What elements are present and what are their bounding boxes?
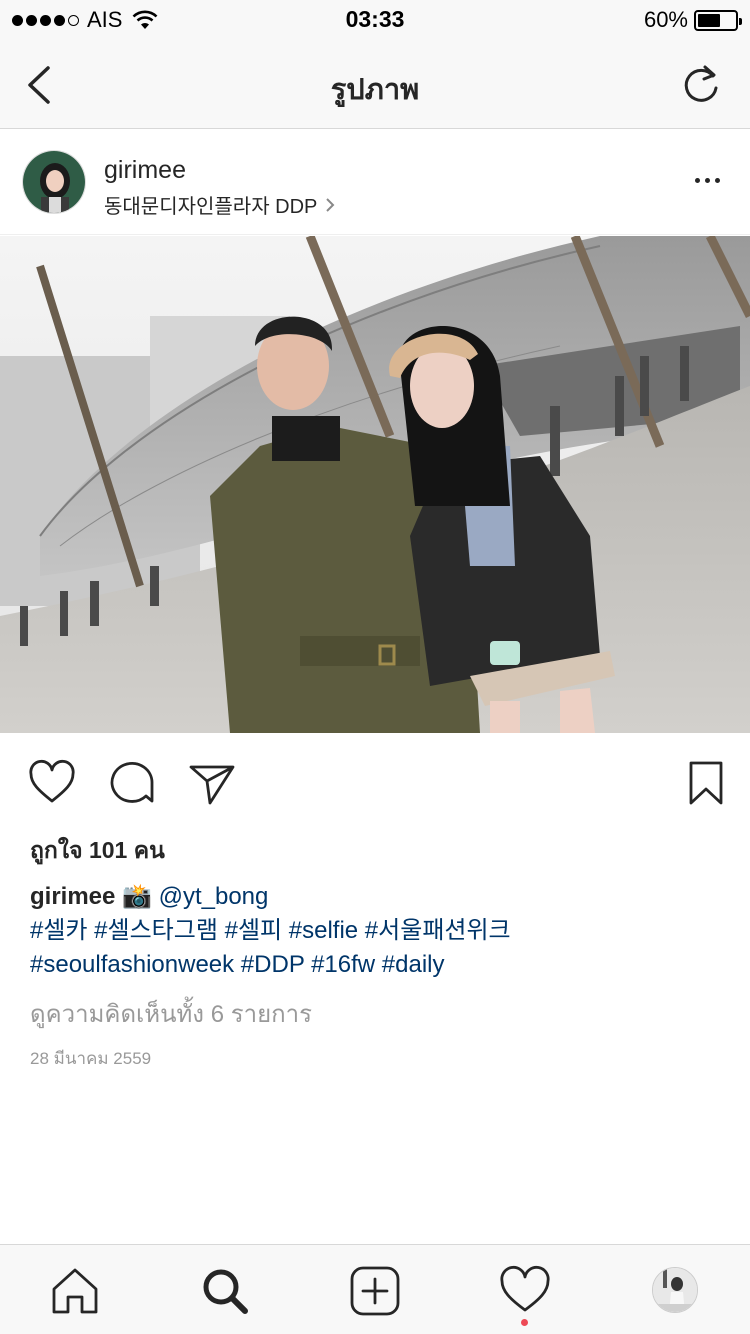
search-icon[interactable] [199,1265,251,1317]
post-username[interactable]: girimee [104,156,186,185]
caption-mention[interactable]: @yt_bong [159,883,269,910]
status-time: 03:33 [345,6,405,32]
activity-icon[interactable] [499,1265,551,1317]
post-caption: girimee 📸 @yt_bong #셀카 #셀스타그램 #셀피 #selfi… [30,880,730,982]
notification-dot [521,1319,528,1326]
add-post-icon[interactable] [349,1265,401,1317]
caption-hashtags-line1[interactable]: #셀카 #셀스타그램 #셀피 #selfie #서울패션위크 [30,917,511,944]
caption-hashtags-line2[interactable]: #seoulfashionweek #DDP #16fw #daily [30,951,444,978]
home-icon[interactable] [49,1265,101,1317]
post-location[interactable]: 동대문디자인플라자 DDP [104,190,335,219]
refresh-icon[interactable] [680,60,722,106]
navigation-bar: รูปภาพ [0,40,750,129]
page-title: รูปภาพ [330,74,420,106]
status-right: 60% [643,7,742,32]
share-icon[interactable] [188,759,236,807]
battery-percent: 60% [643,7,688,32]
post-header: girimee 동대문디자인플라자 DDP [0,130,750,235]
post-actions [0,733,750,833]
user-avatar[interactable] [22,150,86,214]
chevron-left-icon[interactable] [22,62,58,108]
bookmark-icon[interactable] [682,759,730,807]
comment-icon[interactable] [108,759,156,807]
more-options-button[interactable] [695,178,720,183]
post-date: 28 มีนาคม 2559 [30,1049,152,1068]
battery-icon [694,9,742,31]
likes-count[interactable]: ถูกใจ 101 คน [30,833,165,869]
caption-username[interactable]: girimee [30,883,115,910]
status-bar: AIS 03:33 60% [0,0,750,40]
chevron-right-icon [326,197,335,212]
post-photo[interactable] [0,236,750,733]
view-all-comments-link[interactable]: ดูความคิดเห็นทั้ง 6 รายการ [30,994,312,1033]
battery-level-fill [698,13,720,27]
location-label: 동대문디자인플라자 DDP [104,196,318,218]
bottom-tab-bar [0,1244,750,1334]
profile-avatar[interactable] [652,1267,698,1313]
heart-icon[interactable] [28,759,76,807]
camera-emoji: 📸 [122,883,152,910]
